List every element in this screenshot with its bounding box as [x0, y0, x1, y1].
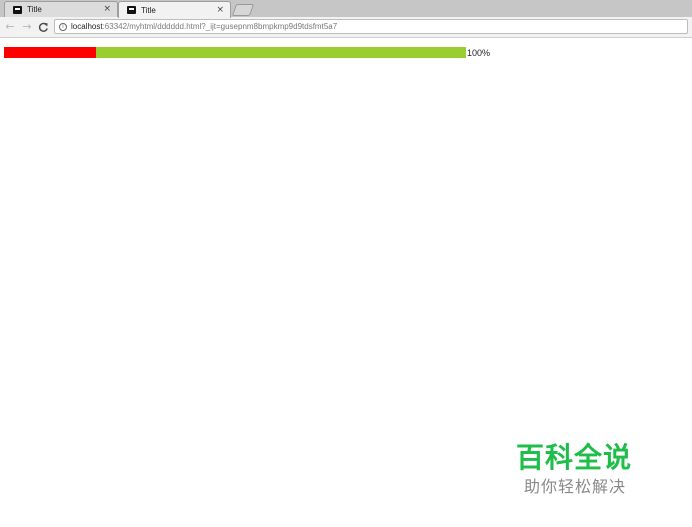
reload-icon[interactable] — [36, 20, 50, 34]
tab-title: Title — [27, 5, 42, 14]
page-favicon-icon — [13, 5, 22, 14]
url-text[interactable]: localhost:63342/myhtml/dddddd.html?_ijt=… — [71, 22, 337, 31]
tab-1[interactable]: Title × — [4, 1, 118, 17]
browser-toolbar: ← → i localhost:63342/myhtml/dddddd.html… — [0, 17, 692, 38]
info-icon[interactable]: i — [59, 22, 67, 31]
progress-bar — [4, 47, 466, 58]
tab-2-active[interactable]: Title × — [118, 1, 231, 18]
new-tab-button[interactable] — [231, 4, 255, 16]
watermark-title: 百科全说 — [516, 441, 633, 474]
forward-arrow-icon[interactable]: → — [20, 20, 34, 34]
watermark-subtitle: 助你轻松解决 — [524, 477, 627, 496]
tab-title: Title — [141, 5, 156, 15]
close-tab-icon[interactable]: × — [103, 5, 111, 14]
back-arrow-icon[interactable]: ← — [3, 20, 17, 34]
page-favicon-icon — [127, 6, 136, 14]
url-host: localhost — [71, 22, 103, 31]
progress-label: 100% — [467, 48, 491, 58]
progress-fill — [4, 47, 97, 58]
close-tab-icon[interactable]: × — [216, 5, 224, 15]
tab-strip: Title × Title × — [0, 0, 692, 18]
address-bar[interactable]: i localhost:63342/myhtml/dddddd.html?_ij… — [54, 19, 688, 34]
url-path: :63342/myhtml/dddddd.html?_ijt=gusepnm8b… — [102, 22, 338, 31]
